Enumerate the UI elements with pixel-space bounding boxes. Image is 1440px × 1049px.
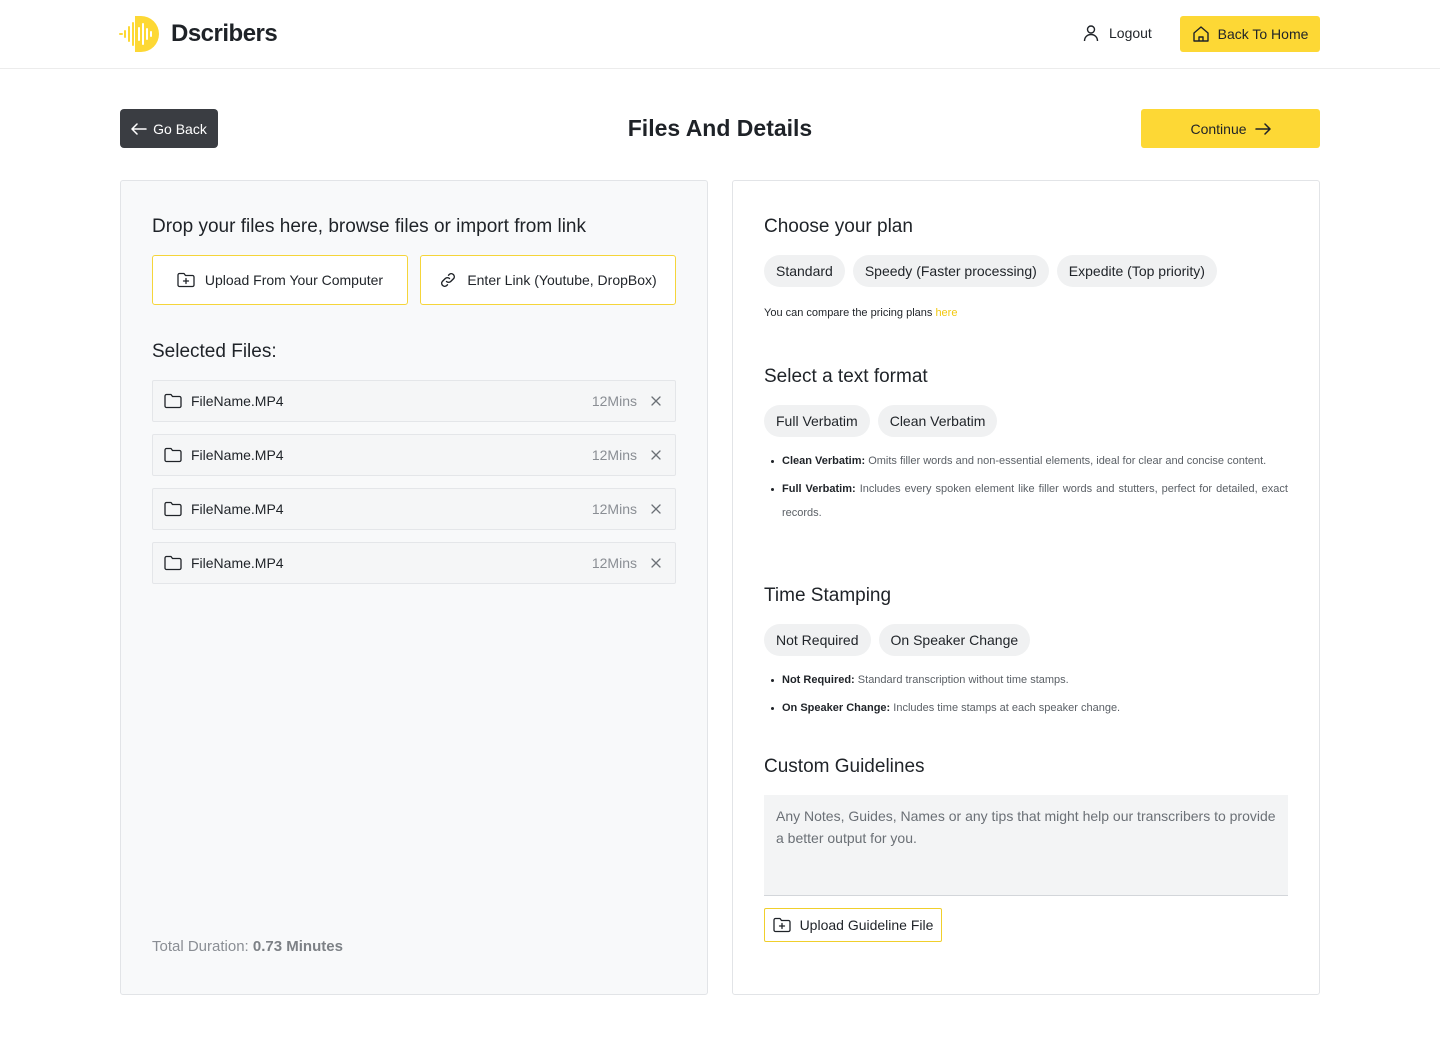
arrow-right-icon bbox=[1254, 122, 1271, 135]
compare-plans-text: You can compare the pricing plans here bbox=[764, 307, 957, 319]
custom-guidelines-heading: Custom Guidelines bbox=[764, 756, 925, 777]
brand-name: Dscribers bbox=[171, 20, 278, 47]
file-row[interactable]: FileName.MP4 12Mins bbox=[152, 380, 676, 422]
user-icon bbox=[1083, 25, 1099, 42]
note-not-required: Not Required: Standard transcription wit… bbox=[764, 668, 1288, 692]
close-icon[interactable] bbox=[649, 448, 663, 462]
file-duration: 12Mins bbox=[591, 501, 637, 517]
plan-heading: Choose your plan bbox=[764, 216, 913, 237]
link-icon bbox=[441, 273, 456, 287]
plan-options: Standard Speedy (Faster processing) Expe… bbox=[764, 255, 1217, 287]
arrow-left-icon bbox=[131, 122, 147, 135]
file-duration: 12Mins bbox=[591, 447, 637, 463]
drop-heading: Drop your files here, browse files or im… bbox=[152, 216, 586, 237]
close-icon[interactable] bbox=[649, 556, 663, 570]
continue-label: Continue bbox=[1190, 120, 1247, 137]
file-row[interactable]: FileName.MP4 12Mins bbox=[152, 542, 676, 584]
file-name: FileName.MP4 bbox=[191, 447, 284, 463]
note-on-speaker-change: On Speaker Change: Includes time stamps … bbox=[764, 696, 1288, 720]
note-clean-verbatim: Clean Verbatim: Omits filler words and n… bbox=[764, 449, 1288, 473]
folder-icon bbox=[164, 500, 182, 518]
file-row[interactable]: FileName.MP4 12Mins bbox=[152, 488, 676, 530]
back-to-home-label: Back To Home bbox=[1217, 26, 1309, 42]
upload-guideline-file-label: Upload Guideline File bbox=[799, 917, 934, 933]
enter-link-button[interactable]: Enter Link (Youtube, DropBox) bbox=[420, 255, 676, 305]
folder-plus-icon bbox=[772, 917, 791, 933]
text-format-notes: Clean Verbatim: Omits filler words and n… bbox=[764, 449, 1288, 529]
file-row[interactable]: FileName.MP4 12Mins bbox=[152, 434, 676, 476]
files-panel[interactable]: Drop your files here, browse files or im… bbox=[120, 180, 708, 995]
format-option-clean-verbatim[interactable]: Clean Verbatim bbox=[877, 405, 998, 437]
continue-button[interactable]: Continue bbox=[1141, 109, 1320, 148]
custom-guidelines-input[interactable] bbox=[764, 795, 1288, 896]
time-stamping-options: Not Required On Speaker Change bbox=[764, 624, 1031, 656]
soundwave-logo-icon bbox=[119, 16, 159, 52]
top-header: Dscribers Logout Back To Home bbox=[0, 0, 1440, 69]
compare-plans-label: You can compare the pricing plans bbox=[764, 307, 933, 319]
logout-button[interactable]: Logout bbox=[1082, 24, 1152, 42]
compare-plans-link[interactable]: here bbox=[935, 307, 957, 319]
selected-files-heading: Selected Files: bbox=[152, 341, 277, 362]
file-name: FileName.MP4 bbox=[191, 501, 284, 517]
plan-option-expedite[interactable]: Expedite (Top priority) bbox=[1056, 255, 1217, 287]
go-back-label: Go Back bbox=[153, 120, 207, 137]
total-duration: Total Duration: 0.73 Minutes bbox=[152, 938, 343, 955]
close-icon[interactable] bbox=[649, 394, 663, 408]
folder-icon bbox=[164, 446, 182, 464]
page-title: Files And Details bbox=[627, 115, 813, 141]
options-panel: Choose your plan Standard Speedy (Faster… bbox=[732, 180, 1320, 995]
home-icon bbox=[1192, 26, 1209, 42]
back-to-home-button[interactable]: Back To Home bbox=[1180, 16, 1320, 52]
format-option-full-verbatim[interactable]: Full Verbatim bbox=[764, 405, 870, 437]
brand-logo[interactable]: Dscribers bbox=[119, 15, 278, 53]
total-duration-value: 0.73 Minutes bbox=[252, 938, 343, 955]
text-format-heading: Select a text format bbox=[764, 366, 928, 387]
file-name: FileName.MP4 bbox=[191, 555, 284, 571]
enter-link-label: Enter Link (Youtube, DropBox) bbox=[467, 272, 657, 288]
plan-option-standard[interactable]: Standard bbox=[764, 255, 845, 287]
timestamp-option-not-required[interactable]: Not Required bbox=[764, 624, 871, 656]
plan-option-speedy[interactable]: Speedy (Faster processing) bbox=[852, 255, 1049, 287]
logout-label: Logout bbox=[1109, 25, 1152, 41]
folder-plus-icon bbox=[177, 272, 195, 288]
time-stamping-heading: Time Stamping bbox=[764, 585, 892, 606]
upload-from-computer-button[interactable]: Upload From Your Computer bbox=[152, 255, 408, 305]
upload-from-computer-label: Upload From Your Computer bbox=[204, 272, 384, 288]
selected-files-list: FileName.MP4 12Mins FileName.MP4 12Mins … bbox=[152, 380, 676, 596]
note-full-verbatim: Full Verbatim: Includes every spoken ele… bbox=[764, 477, 1288, 525]
total-duration-label: Total Duration: bbox=[152, 938, 249, 955]
folder-icon bbox=[164, 554, 182, 572]
upload-guideline-file-button[interactable]: Upload Guideline File bbox=[764, 908, 942, 942]
folder-icon bbox=[164, 392, 182, 410]
text-format-options: Full Verbatim Clean Verbatim bbox=[764, 405, 998, 437]
file-name: FileName.MP4 bbox=[191, 393, 284, 409]
time-stamping-notes: Not Required: Standard transcription wit… bbox=[764, 668, 1288, 724]
timestamp-option-on-speaker-change[interactable]: On Speaker Change bbox=[878, 624, 1031, 656]
file-duration: 12Mins bbox=[591, 555, 637, 571]
go-back-button[interactable]: Go Back bbox=[120, 109, 218, 148]
file-duration: 12Mins bbox=[591, 393, 637, 409]
close-icon[interactable] bbox=[649, 502, 663, 516]
